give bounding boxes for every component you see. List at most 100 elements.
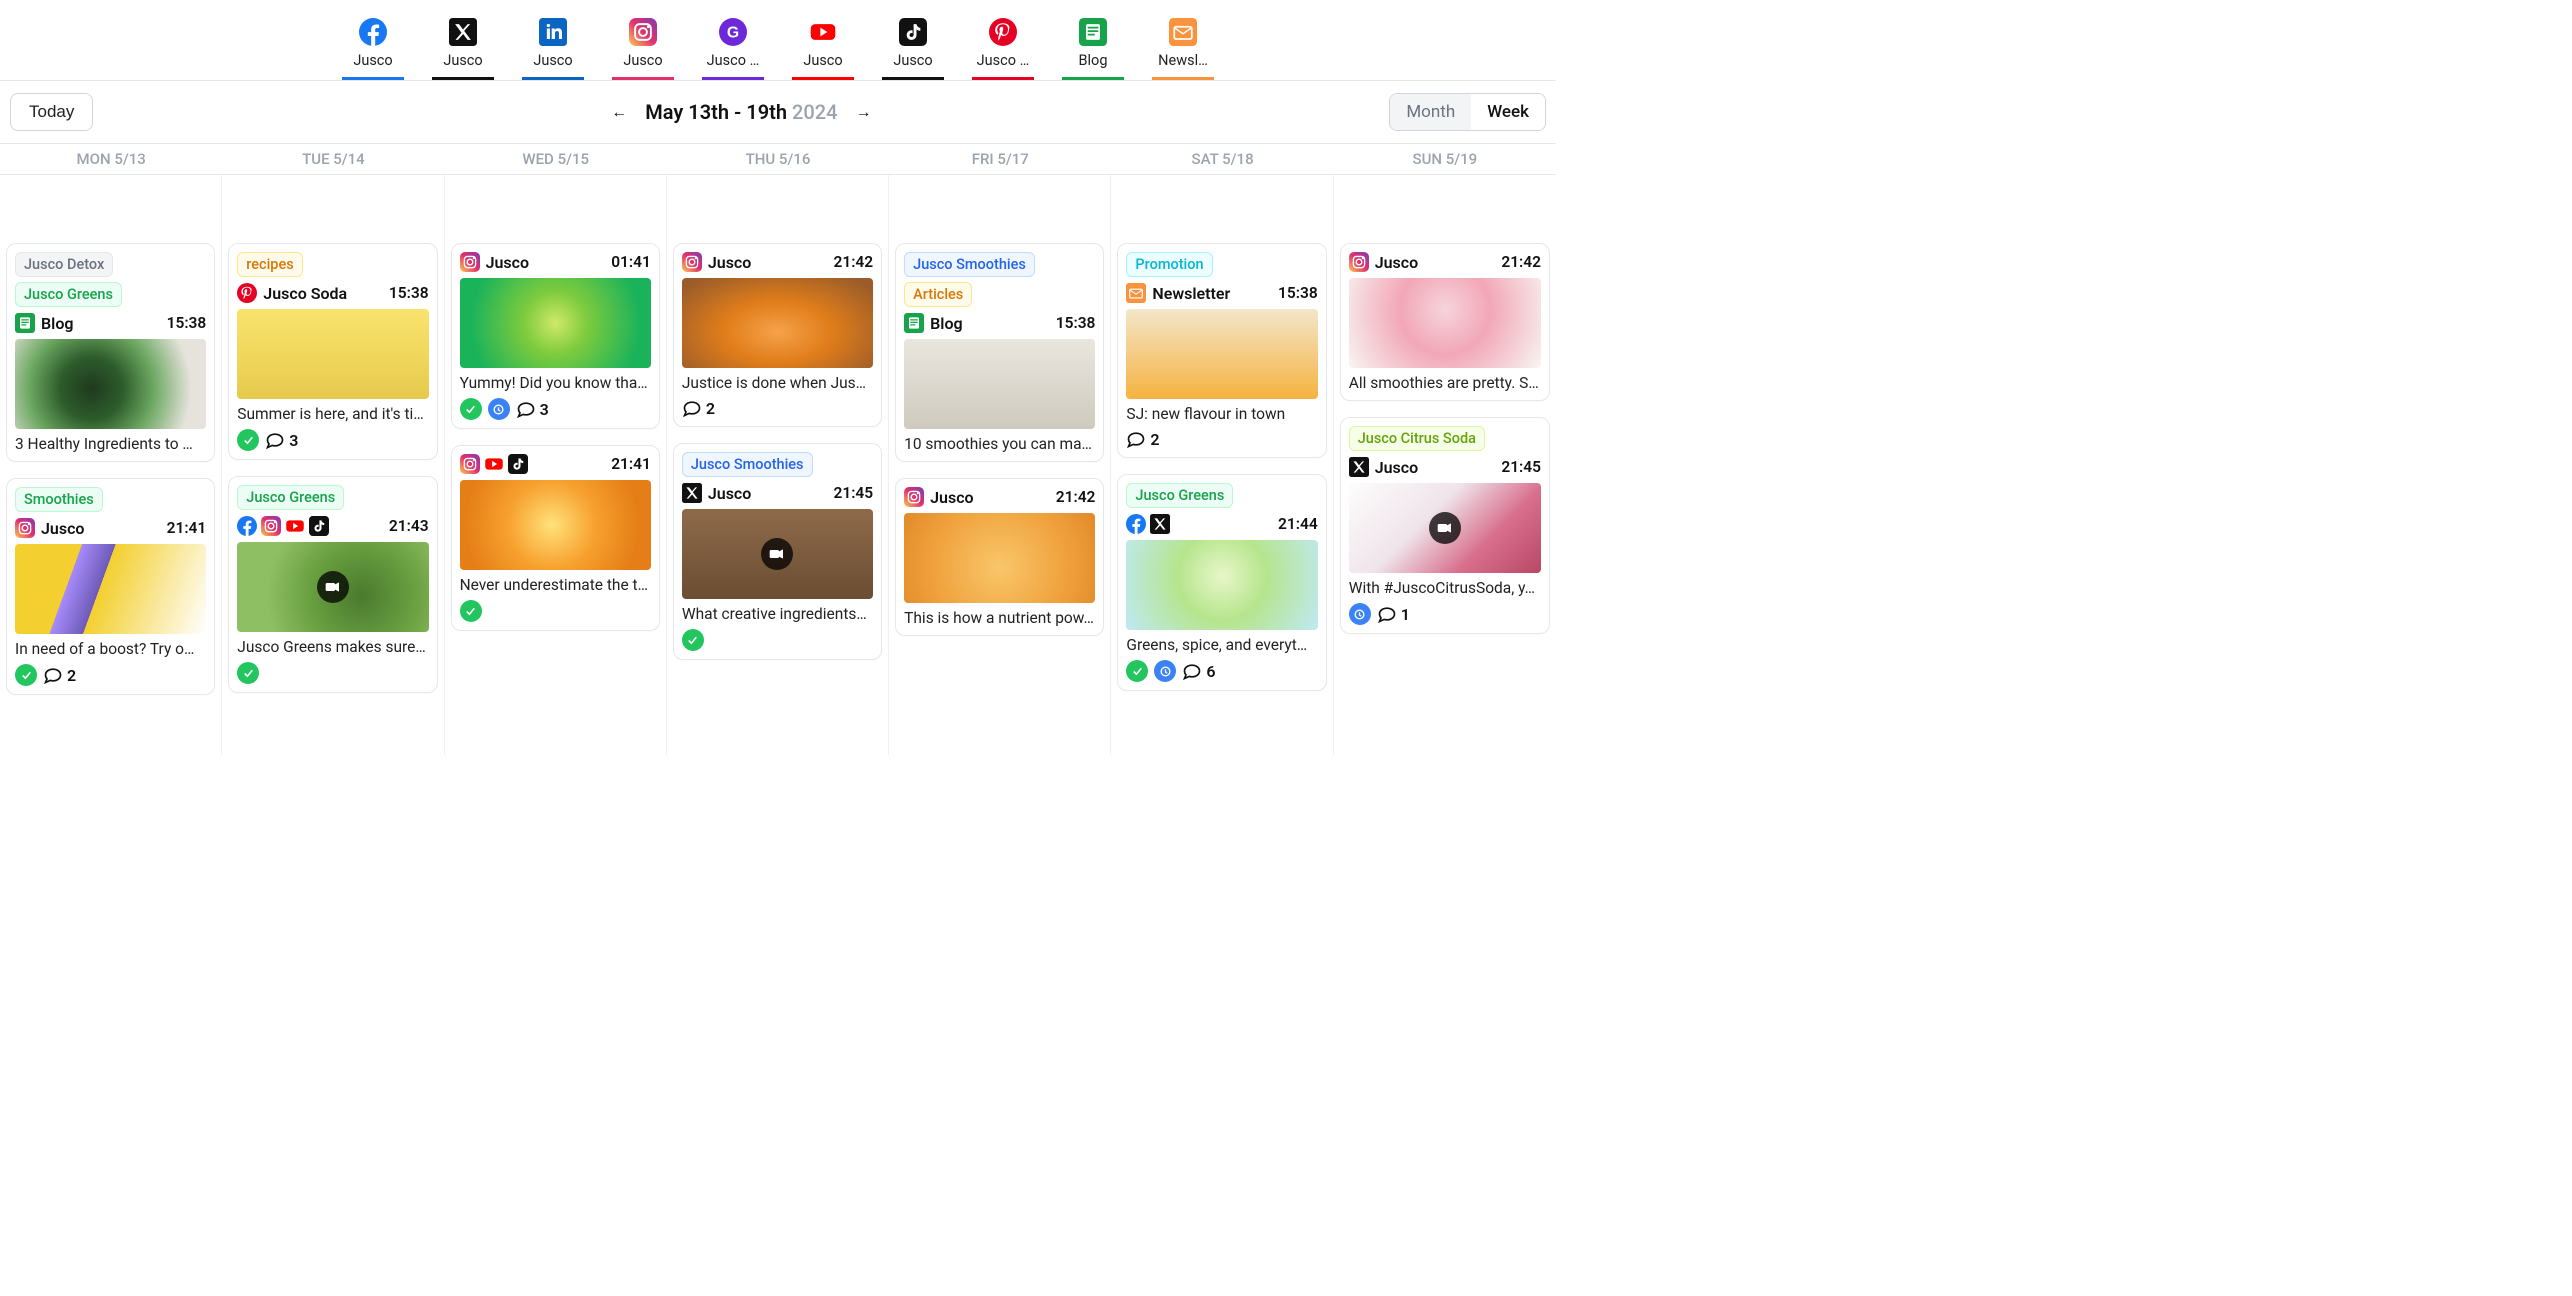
card-header: Blog15:38 [904, 313, 1095, 333]
card-channels [1349, 252, 1369, 272]
post-card[interactable]: Jusco Greens21:43Jusco Greens makes sure… [228, 476, 437, 693]
card-caption: Greens, spice, and everyt… [1126, 636, 1317, 654]
channel-tab-pinterest[interactable]: Jusco … [972, 18, 1034, 80]
channel-tab-blog[interactable]: Blog [1062, 18, 1124, 80]
post-card[interactable]: Jusco SmoothiesJusco21:45What creative i… [673, 443, 882, 660]
card-tags: Jusco Greens [1126, 483, 1317, 508]
card-thumbnail [237, 542, 428, 632]
post-card[interactable]: Jusco01:41Yummy! Did you know tha…3 [451, 243, 660, 429]
comments-count: 6 [1182, 661, 1215, 681]
card-meta: 2 [1126, 429, 1317, 449]
channel-tabs: Jusco Jusco Jusco Jusco G Jusco … Jusco Jusco Ju… [0, 0, 1556, 81]
card-channels [682, 483, 702, 503]
channel-tab-instagram[interactable]: Jusco [612, 18, 674, 80]
channel-tab-linkedin[interactable]: Jusco [522, 18, 584, 80]
post-card[interactable]: Jusco Citrus SodaJusco21:45With #JuscoCi… [1340, 417, 1550, 634]
instagram-icon [460, 252, 480, 272]
card-channels [682, 252, 702, 272]
svg-text:G: G [727, 24, 739, 41]
card-caption: All smoothies are pretty. S… [1349, 374, 1541, 392]
channel-tab-tiktok[interactable]: Jusco [882, 18, 944, 80]
card-thumbnail [1349, 278, 1541, 368]
card-time: 01:41 [611, 253, 651, 271]
card-time: 21:41 [611, 455, 651, 473]
post-card[interactable]: recipesJusco Soda15:38Summer is here, an… [228, 243, 437, 460]
x-icon [682, 483, 702, 503]
pinterest-icon [989, 18, 1017, 46]
card-channels [1349, 457, 1369, 477]
card-time: 21:44 [1278, 515, 1318, 533]
card-channels [904, 487, 924, 507]
channel-tab-google[interactable]: G Jusco … [702, 18, 764, 80]
card-account: Jusco [930, 488, 973, 507]
instagram-icon [261, 516, 281, 536]
card-time: 21:42 [833, 253, 873, 271]
channel-label: Jusco … [707, 52, 760, 69]
post-card[interactable]: Jusco SmoothiesArticlesBlog15:3810 smoot… [895, 243, 1104, 462]
channel-tab-newsletter[interactable]: Newsl… [1152, 18, 1214, 80]
card-thumbnail [904, 513, 1095, 603]
channel-label: Jusco [623, 52, 662, 69]
card-time: 15:38 [167, 314, 207, 332]
blog-icon [15, 313, 35, 333]
view-switch: Month Week [1389, 93, 1546, 131]
post-card[interactable]: Jusco Greens 21:44 Greens, spice, and ever… [1117, 474, 1326, 691]
channel-tab-facebook[interactable]: Jusco [342, 18, 404, 80]
post-card[interactable]: Jusco21:42Justice is done when Jus…2 [673, 243, 882, 427]
scheduled-icon [1349, 603, 1371, 625]
approved-icon [1126, 660, 1148, 682]
card-account: Blog [41, 314, 73, 333]
view-week-button[interactable]: Week [1471, 94, 1545, 130]
video-icon [317, 571, 349, 603]
view-month-button[interactable]: Month [1390, 94, 1471, 130]
channel-tab-youtube[interactable]: Jusco [792, 18, 854, 80]
card-meta [682, 629, 873, 651]
card-thumbnail [15, 544, 206, 634]
day-header: WED 5/15 [445, 144, 667, 174]
post-card[interactable]: Jusco21:42All smoothies are pretty. S… [1340, 243, 1550, 401]
channel-label: Jusco [533, 52, 572, 69]
tag: Jusco Detox [15, 252, 113, 277]
blog-icon [1079, 18, 1107, 46]
post-card[interactable]: Jusco DetoxJusco GreensBlog15:383 Health… [6, 243, 215, 462]
prev-week-button[interactable]: ← [611, 102, 627, 122]
card-caption: What creative ingredients… [682, 605, 873, 623]
comments-count: 2 [1126, 429, 1159, 449]
post-card[interactable]: Jusco21:42This is how a nutrient pow… [895, 478, 1104, 636]
post-card[interactable]: SmoothiesJusco21:41In need of a boost? T… [6, 478, 215, 695]
card-time: 15:38 [389, 284, 429, 302]
card-thumbnail [682, 278, 873, 368]
tiktok-icon [508, 454, 528, 474]
pinterest-icon [237, 283, 257, 303]
next-week-button[interactable]: → [855, 102, 871, 122]
tiktok-icon [899, 18, 927, 46]
channel-label: Newsl… [1158, 52, 1208, 69]
day-column: recipesJusco Soda15:38Summer is here, an… [222, 175, 444, 755]
card-meta [460, 600, 651, 622]
post-card[interactable]: PromotionNewsletter15:38SJ: new flavour … [1117, 243, 1326, 458]
card-thumbnail [1126, 540, 1317, 630]
card-meta: 6 [1126, 660, 1317, 682]
tag: Smoothies [15, 487, 103, 512]
card-thumbnail [237, 309, 428, 399]
tag: Jusco Greens [237, 485, 344, 510]
today-button[interactable]: Today [10, 93, 93, 131]
card-header: Jusco21:42 [904, 487, 1095, 507]
card-account: Jusco [1375, 253, 1418, 272]
tag: recipes [237, 252, 302, 277]
day-header: THU 5/16 [667, 144, 889, 174]
card-time: 21:41 [167, 519, 207, 537]
day-column: Jusco DetoxJusco GreensBlog15:383 Health… [0, 175, 222, 755]
day-header: SAT 5/18 [1111, 144, 1333, 174]
card-channels [237, 283, 257, 303]
comments-count: 1 [1377, 604, 1410, 624]
comments-count: 3 [265, 430, 298, 450]
day-column: Jusco SmoothiesArticlesBlog15:3810 smoot… [889, 175, 1111, 755]
card-header: Jusco21:45 [1349, 457, 1541, 477]
card-channels [237, 516, 329, 536]
card-account: Jusco [708, 484, 751, 503]
instagram-icon [15, 518, 35, 538]
channel-tab-x[interactable]: Jusco [432, 18, 494, 80]
post-card[interactable]: 21:41Never underestimate the t… [451, 445, 660, 631]
card-time: 15:38 [1278, 284, 1318, 302]
